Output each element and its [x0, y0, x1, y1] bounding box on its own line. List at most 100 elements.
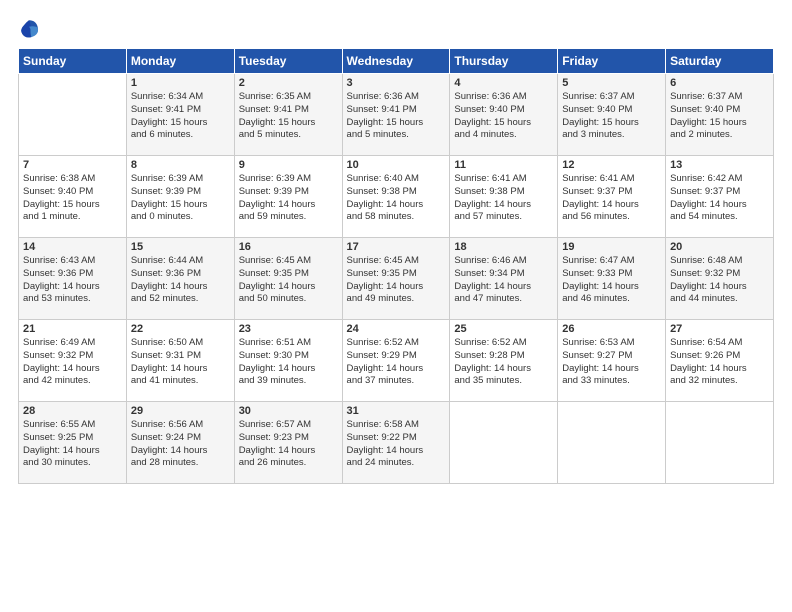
calendar-cell: 30 Sunrise: 6:57 AM Sunset: 9:23 PM Dayli… — [234, 402, 342, 484]
calendar-cell: 4 Sunrise: 6:36 AM Sunset: 9:40 PM Daylig… — [450, 74, 558, 156]
calendar-cell: 16 Sunrise: 6:45 AM Sunset: 9:35 PM Dayli… — [234, 238, 342, 320]
day-number: 20 — [670, 241, 769, 253]
calendar-cell: 15 Sunrise: 6:44 AM Sunset: 9:36 PM Dayli… — [126, 238, 234, 320]
cell-info: Sunrise: 6:37 AM Sunset: 9:40 PM Dayligh… — [670, 91, 769, 142]
col-header-saturday: Saturday — [666, 49, 774, 74]
calendar-cell: 12 Sunrise: 6:41 AM Sunset: 9:37 PM Dayli… — [558, 156, 666, 238]
calendar-cell: 10 Sunrise: 6:40 AM Sunset: 9:38 PM Dayli… — [342, 156, 450, 238]
day-number: 30 — [239, 405, 338, 417]
cell-info: Sunrise: 6:34 AM Sunset: 9:41 PM Dayligh… — [131, 91, 230, 142]
day-number: 23 — [239, 323, 338, 335]
calendar-cell: 8 Sunrise: 6:39 AM Sunset: 9:39 PM Daylig… — [126, 156, 234, 238]
cell-info: Sunrise: 6:57 AM Sunset: 9:23 PM Dayligh… — [239, 419, 338, 470]
calendar-cell: 24 Sunrise: 6:52 AM Sunset: 9:29 PM Dayli… — [342, 320, 450, 402]
col-header-wednesday: Wednesday — [342, 49, 450, 74]
calendar-cell: 31 Sunrise: 6:58 AM Sunset: 9:22 PM Dayli… — [342, 402, 450, 484]
day-number: 16 — [239, 241, 338, 253]
week-row-5: 28Sunrise: 6:55 AM Sunset: 9:25 PM Dayli… — [19, 402, 774, 484]
calendar-cell: 7 Sunrise: 6:38 AM Sunset: 9:40 PM Daylig… — [19, 156, 127, 238]
day-number: 12 — [562, 159, 661, 171]
week-row-2: 7 Sunrise: 6:38 AM Sunset: 9:40 PM Daylig… — [19, 156, 774, 238]
cell-info: Sunrise: 6:36 AM Sunset: 9:41 PM Dayligh… — [347, 91, 446, 142]
calendar-cell — [666, 402, 774, 484]
day-number: 29 — [131, 405, 230, 417]
day-number: 2 — [239, 77, 338, 89]
calendar-cell: 29 Sunrise: 6:56 AM Sunset: 9:24 PM Dayli… — [126, 402, 234, 484]
col-header-sunday: Sunday — [19, 49, 127, 74]
calendar-cell — [558, 402, 666, 484]
calendar-cell: 3 Sunrise: 6:36 AM Sunset: 9:41 PM Daylig… — [342, 74, 450, 156]
cell-info: Sunrise: 6:49 AM Sunset: 9:32 PM Dayligh… — [23, 337, 122, 388]
header-row: SundayMondayTuesdayWednesdayThursdayFrid… — [19, 49, 774, 74]
day-number: 17 — [347, 241, 446, 253]
calendar-cell: 25Sunrise: 6:52 AM Sunset: 9:28 PM Dayli… — [450, 320, 558, 402]
cell-info: Sunrise: 6:45 AM Sunset: 9:35 PM Dayligh… — [347, 255, 446, 306]
day-number: 5 — [562, 77, 661, 89]
calendar-cell — [19, 74, 127, 156]
calendar-table: SundayMondayTuesdayWednesdayThursdayFrid… — [18, 48, 774, 484]
calendar-cell: 13 Sunrise: 6:42 AM Sunset: 9:37 PM Dayli… — [666, 156, 774, 238]
day-number: 18 — [454, 241, 553, 253]
day-number: 14 — [23, 241, 122, 253]
cell-info: Sunrise: 6:46 AM Sunset: 9:34 PM Dayligh… — [454, 255, 553, 306]
col-header-thursday: Thursday — [450, 49, 558, 74]
calendar-cell: 18 Sunrise: 6:46 AM Sunset: 9:34 PM Dayli… — [450, 238, 558, 320]
day-number: 24 — [347, 323, 446, 335]
day-number: 13 — [670, 159, 769, 171]
cell-info: Sunrise: 6:48 AM Sunset: 9:32 PM Dayligh… — [670, 255, 769, 306]
cell-info: Sunrise: 6:35 AM Sunset: 9:41 PM Dayligh… — [239, 91, 338, 142]
page: SundayMondayTuesdayWednesdayThursdayFrid… — [0, 0, 792, 612]
cell-info: Sunrise: 6:41 AM Sunset: 9:38 PM Dayligh… — [454, 173, 553, 224]
day-number: 21 — [23, 323, 122, 335]
calendar-cell: 17 Sunrise: 6:45 AM Sunset: 9:35 PM Dayli… — [342, 238, 450, 320]
cell-info: Sunrise: 6:58 AM Sunset: 9:22 PM Dayligh… — [347, 419, 446, 470]
day-number: 31 — [347, 405, 446, 417]
cell-info: Sunrise: 6:37 AM Sunset: 9:40 PM Dayligh… — [562, 91, 661, 142]
calendar-cell: 1 Sunrise: 6:34 AM Sunset: 9:41 PM Daylig… — [126, 74, 234, 156]
day-number: 22 — [131, 323, 230, 335]
day-number: 19 — [562, 241, 661, 253]
calendar-cell: 23Sunrise: 6:51 AM Sunset: 9:30 PM Dayli… — [234, 320, 342, 402]
day-number: 27 — [670, 323, 769, 335]
week-row-1: 1 Sunrise: 6:34 AM Sunset: 9:41 PM Daylig… — [19, 74, 774, 156]
week-row-4: 21 Sunrise: 6:49 AM Sunset: 9:32 PM Dayli… — [19, 320, 774, 402]
day-number: 15 — [131, 241, 230, 253]
day-number: 7 — [23, 159, 122, 171]
cell-info: Sunrise: 6:45 AM Sunset: 9:35 PM Dayligh… — [239, 255, 338, 306]
calendar-cell: 6 Sunrise: 6:37 AM Sunset: 9:40 PM Daylig… — [666, 74, 774, 156]
col-header-tuesday: Tuesday — [234, 49, 342, 74]
cell-info: Sunrise: 6:41 AM Sunset: 9:37 PM Dayligh… — [562, 173, 661, 224]
logo — [18, 18, 44, 40]
cell-info: Sunrise: 6:54 AM Sunset: 9:26 PM Dayligh… — [670, 337, 769, 388]
day-number: 8 — [131, 159, 230, 171]
calendar-cell: 28Sunrise: 6:55 AM Sunset: 9:25 PM Dayli… — [19, 402, 127, 484]
cell-info: Sunrise: 6:42 AM Sunset: 9:37 PM Dayligh… — [670, 173, 769, 224]
cell-info: Sunrise: 6:55 AM Sunset: 9:25 PM Dayligh… — [23, 419, 122, 470]
day-number: 6 — [670, 77, 769, 89]
cell-info: Sunrise: 6:52 AM Sunset: 9:29 PM Dayligh… — [347, 337, 446, 388]
day-number: 10 — [347, 159, 446, 171]
cell-info: Sunrise: 6:50 AM Sunset: 9:31 PM Dayligh… — [131, 337, 230, 388]
day-number: 4 — [454, 77, 553, 89]
logo-icon — [18, 18, 40, 40]
cell-info: Sunrise: 6:40 AM Sunset: 9:38 PM Dayligh… — [347, 173, 446, 224]
calendar-cell: 14 Sunrise: 6:43 AM Sunset: 9:36 PM Dayli… — [19, 238, 127, 320]
cell-info: Sunrise: 6:38 AM Sunset: 9:40 PM Dayligh… — [23, 173, 122, 224]
cell-info: Sunrise: 6:39 AM Sunset: 9:39 PM Dayligh… — [131, 173, 230, 224]
calendar-cell: 19Sunrise: 6:47 AM Sunset: 9:33 PM Dayli… — [558, 238, 666, 320]
col-header-friday: Friday — [558, 49, 666, 74]
col-header-monday: Monday — [126, 49, 234, 74]
calendar-cell: 11 Sunrise: 6:41 AM Sunset: 9:38 PM Dayli… — [450, 156, 558, 238]
cell-info: Sunrise: 6:56 AM Sunset: 9:24 PM Dayligh… — [131, 419, 230, 470]
week-row-3: 14 Sunrise: 6:43 AM Sunset: 9:36 PM Dayli… — [19, 238, 774, 320]
day-number: 11 — [454, 159, 553, 171]
cell-info: Sunrise: 6:36 AM Sunset: 9:40 PM Dayligh… — [454, 91, 553, 142]
day-number: 3 — [347, 77, 446, 89]
calendar-cell: 5 Sunrise: 6:37 AM Sunset: 9:40 PM Daylig… — [558, 74, 666, 156]
day-number: 9 — [239, 159, 338, 171]
cell-info: Sunrise: 6:44 AM Sunset: 9:36 PM Dayligh… — [131, 255, 230, 306]
calendar-cell: 2 Sunrise: 6:35 AM Sunset: 9:41 PM Daylig… — [234, 74, 342, 156]
calendar-cell: 21 Sunrise: 6:49 AM Sunset: 9:32 PM Dayli… — [19, 320, 127, 402]
cell-info: Sunrise: 6:43 AM Sunset: 9:36 PM Dayligh… — [23, 255, 122, 306]
day-number: 1 — [131, 77, 230, 89]
